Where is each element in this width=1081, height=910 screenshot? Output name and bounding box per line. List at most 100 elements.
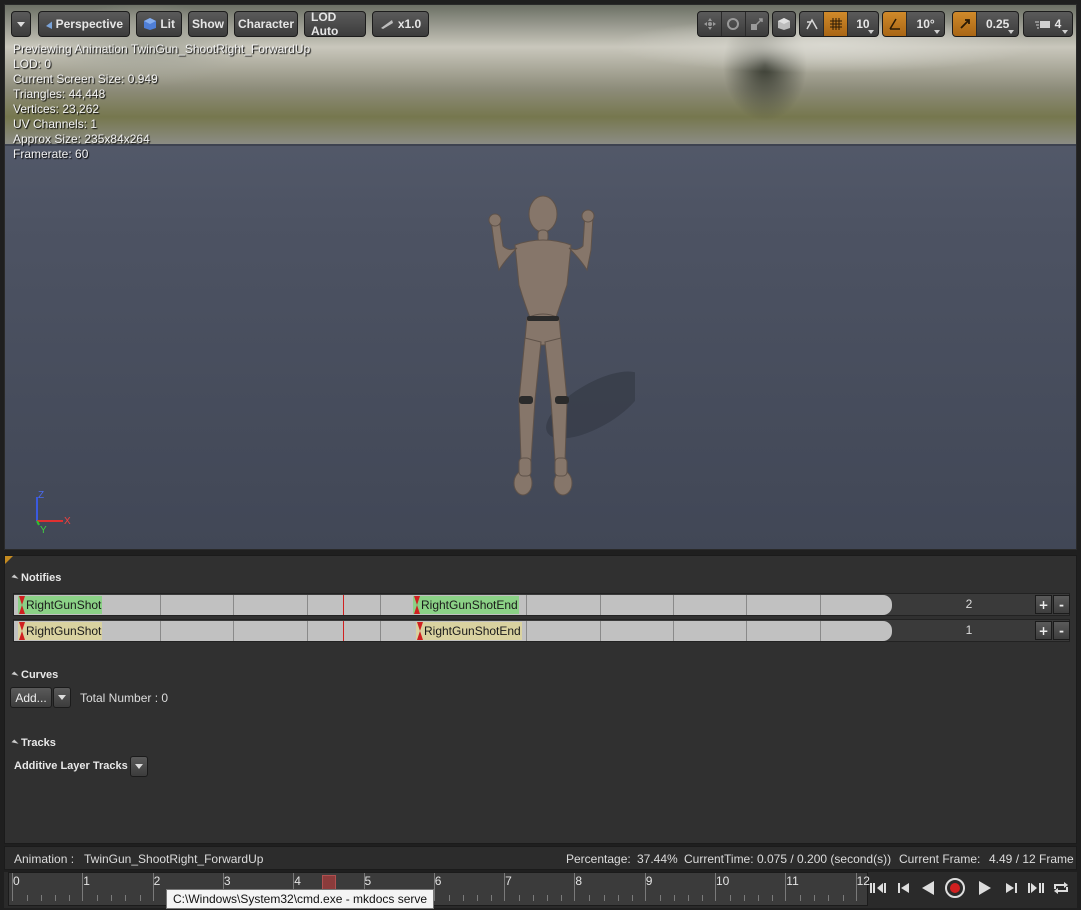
- grid-tick: [380, 621, 381, 641]
- ruler-frame-number: 7: [505, 874, 512, 888]
- grid-tick: [233, 595, 234, 615]
- world-cube-icon: [778, 18, 790, 30]
- play-reverse-button[interactable]: [917, 878, 939, 898]
- ruler-minor-tick: [730, 895, 732, 901]
- camera-perspective-icon: [46, 21, 52, 29]
- record-button[interactable]: [944, 878, 966, 898]
- show-label: Show: [192, 17, 224, 31]
- angle-icon: [888, 18, 900, 30]
- notifies-section-header[interactable]: Notifies: [11, 572, 61, 584]
- rotate-mode-button[interactable]: [721, 12, 744, 36]
- grid-tick: [160, 621, 161, 641]
- rotation-snap-group: 10°: [882, 11, 945, 37]
- curves-total-number: Total Number : 0: [80, 691, 169, 705]
- grid-tick: [820, 595, 821, 615]
- notify-end-label: RightGunShotEnd: [421, 598, 518, 612]
- ruler-minor-tick: [842, 895, 844, 901]
- timeline-scrubber[interactable]: 0 1 2 3 4 5 6 7 8 9 10 11 12: [8, 872, 870, 906]
- animation-status-bar: Animation : TwinGun_ShootRight_ForwardUp…: [4, 846, 1077, 870]
- camera-speed-button[interactable]: 4: [1023, 11, 1073, 37]
- rotate-icon: [727, 18, 740, 30]
- ruler-frame-number: 11: [786, 874, 799, 888]
- playback-speed-button[interactable]: x1.0: [372, 11, 429, 37]
- percentage-label: Percentage:: [566, 852, 631, 866]
- preview-viewport[interactable]: Perspective Lit Show Character LOD Auto …: [4, 4, 1077, 550]
- add-notify-track-button[interactable]: +: [1035, 621, 1052, 640]
- notify-start-label: RightGunShot: [26, 598, 102, 612]
- ruler-minor-tick: [800, 895, 802, 901]
- add-curve-button[interactable]: Add...: [10, 687, 52, 708]
- remove-notify-track-button[interactable]: -: [1053, 595, 1070, 614]
- ruler-minor-tick: [69, 895, 71, 901]
- character-button[interactable]: Character: [234, 11, 298, 37]
- add-curve-dropdown[interactable]: [53, 687, 71, 708]
- step-back-button[interactable]: [893, 878, 915, 898]
- screen-size-text: Current Screen Size: 0.949: [13, 72, 158, 86]
- notify-end-label: RightGunShotEnd: [424, 624, 521, 638]
- additive-layer-tracks-label: Additive Layer Tracks: [14, 760, 128, 772]
- ruler-frame-number: 2: [153, 874, 161, 888]
- grid-tick: [673, 595, 674, 615]
- perspective-label: Perspective: [55, 17, 123, 31]
- rotation-snap-toggle[interactable]: [883, 12, 907, 36]
- curves-section-header[interactable]: Curves: [11, 669, 59, 681]
- ruler-minor-tick: [41, 895, 43, 901]
- additive-tracks-dropdown[interactable]: [130, 756, 148, 777]
- notify-right-gun-shot[interactable]: RightGunShot: [18, 596, 102, 614]
- ruler-minor-tick: [27, 895, 29, 901]
- notify-track-1[interactable]: RightGunShot RightGunShotEnd 2 + -: [13, 593, 1070, 616]
- play-icon: [979, 881, 991, 895]
- lit-label: Lit: [160, 17, 175, 31]
- previewing-animation-text: Previewing Animation TwinGun_ShootRight_…: [13, 42, 311, 56]
- grid-tick: [160, 595, 161, 615]
- current-frame-label: Current Frame:: [899, 852, 981, 866]
- scale-snap-value-dropdown[interactable]: 0.25: [976, 12, 1018, 36]
- vertices-text: Vertices: 23,262: [13, 102, 100, 116]
- remove-notify-track-button[interactable]: -: [1053, 621, 1070, 640]
- play-reverse-icon: [922, 881, 934, 895]
- scale-mode-button[interactable]: [744, 12, 768, 36]
- rotation-snap-value-dropdown[interactable]: 10°: [906, 12, 944, 36]
- current-frame-value: 4.49 / 12 Frame: [989, 852, 1074, 866]
- add-notify-track-button[interactable]: +: [1035, 595, 1052, 614]
- step-forward-button[interactable]: [1000, 878, 1022, 898]
- viewport-options-button[interactable]: [11, 11, 31, 37]
- loop-button[interactable]: [1050, 878, 1072, 898]
- ruler-minor-tick: [617, 895, 619, 901]
- percentage-value: 37.44%: [637, 852, 678, 866]
- tracks-section-header[interactable]: Tracks: [11, 737, 56, 749]
- notify-right-gun-shot-end[interactable]: RightGunShotEnd: [416, 622, 522, 640]
- ruler-minor-tick: [561, 895, 563, 901]
- scale-snap-toggle[interactable]: [953, 12, 977, 36]
- grid-tick: [673, 621, 674, 641]
- notify-right-gun-shot[interactable]: RightGunShot: [18, 622, 102, 640]
- ruler-minor-tick: [533, 895, 535, 901]
- perspective-button[interactable]: Perspective: [38, 11, 130, 37]
- notify-track-2[interactable]: RightGunShot RightGunShotEnd 1 + -: [13, 619, 1070, 642]
- skip-to-end-button[interactable]: [1024, 878, 1046, 898]
- chevron-down-icon: [17, 21, 25, 27]
- scale-snap-icon: [959, 19, 970, 29]
- curves-title: Curves: [21, 669, 59, 681]
- play-forward-button[interactable]: [974, 878, 996, 898]
- skip-to-start-button[interactable]: [868, 878, 890, 898]
- translate-mode-button[interactable]: [698, 12, 721, 36]
- corner-marker-icon: [5, 556, 13, 564]
- surface-snap-button[interactable]: [800, 12, 823, 36]
- grid-snap-toggle[interactable]: [823, 12, 847, 36]
- surface-snap-icon: [806, 18, 818, 30]
- character-mannequin: [488, 195, 635, 496]
- ruler-frame-number: 4: [294, 874, 301, 888]
- lod-button[interactable]: LOD Auto: [304, 10, 366, 38]
- scale-snap-group: 0.25: [952, 11, 1019, 37]
- notify-right-gun-shot-end[interactable]: RightGunShotEnd: [413, 596, 519, 614]
- show-button[interactable]: Show: [188, 11, 228, 37]
- grid-tick: [307, 595, 308, 615]
- grid-tick: [600, 621, 601, 641]
- ruler-minor-tick: [462, 895, 464, 901]
- lit-button[interactable]: Lit: [136, 11, 182, 37]
- grid-snap-value-dropdown[interactable]: 10: [846, 12, 878, 36]
- y-axis-label: Y: [40, 525, 47, 536]
- ruler-minor-tick: [589, 895, 591, 901]
- coordinate-space-button[interactable]: [772, 11, 796, 37]
